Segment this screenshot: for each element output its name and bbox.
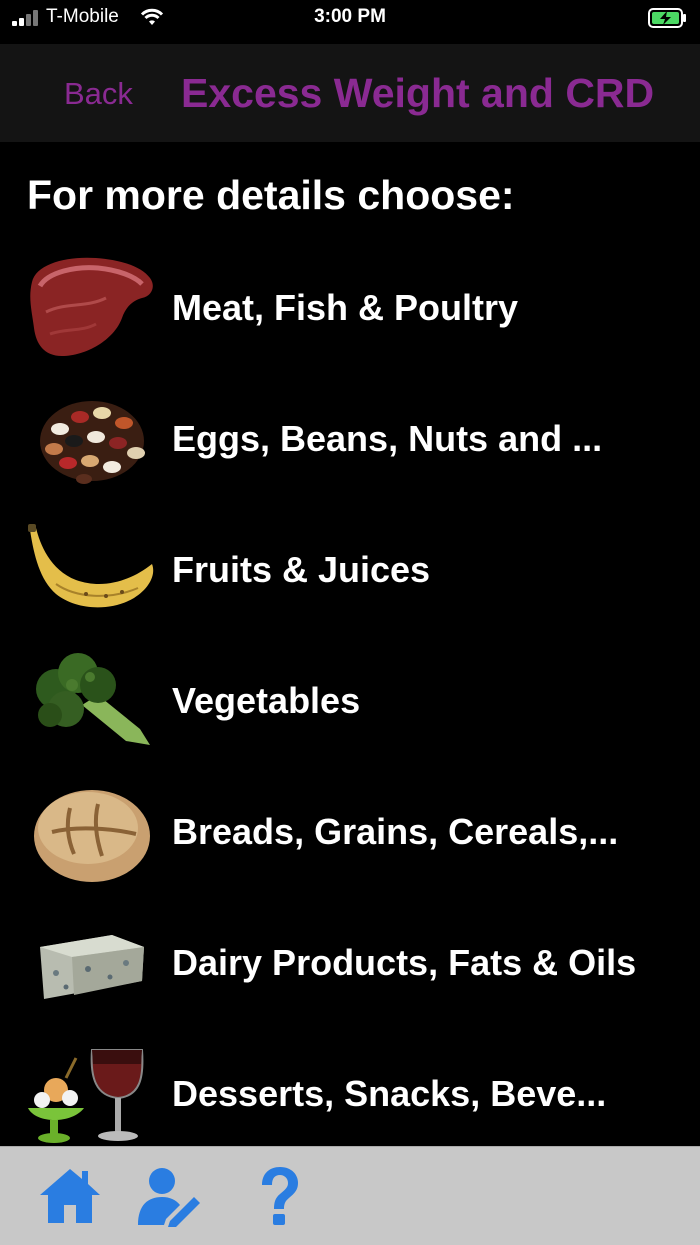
category-list: Meat, Fish & Poultry Eggs, Beans, Nuts a… (0, 242, 700, 1159)
category-breads-grains-cereals[interactable]: Breads, Grains, Cereals,... (0, 766, 700, 897)
category-label: Dairy Products, Fats & Oils (172, 942, 637, 983)
category-desserts-snacks-beverages[interactable]: Desserts, Snacks, Beve... (0, 1028, 700, 1159)
cheese-icon (40, 935, 144, 999)
section-heading: For more details choose: (27, 172, 515, 218)
home-icon[interactable] (38, 1163, 102, 1227)
banana-icon (28, 524, 154, 608)
category-label: Fruits & Juices (172, 549, 431, 590)
tab-bar (0, 1146, 700, 1245)
bread-icon (34, 790, 150, 882)
category-label: Vegetables (172, 680, 361, 721)
category-meat-fish-poultry[interactable]: Meat, Fish & Poultry (0, 242, 700, 373)
category-label: Breads, Grains, Cereals,... (172, 811, 619, 852)
category-label: Desserts, Snacks, Beve... (172, 1073, 607, 1114)
category-label: Meat, Fish & Poultry (172, 287, 519, 328)
profile-edit-icon[interactable] (136, 1163, 200, 1227)
broccoli-icon (36, 653, 150, 745)
help-icon[interactable] (246, 1163, 310, 1227)
steak-icon (30, 257, 153, 356)
category-eggs-beans-nuts[interactable]: Eggs, Beans, Nuts and ... (0, 373, 700, 504)
status-bar: T-Mobile 3:00 PM (0, 0, 700, 44)
back-button[interactable]: Back (64, 76, 133, 112)
category-dairy-fats-oils[interactable]: Dairy Products, Fats & Oils (0, 897, 700, 1028)
category-label: Eggs, Beans, Nuts and ... (172, 418, 603, 459)
beans-icon (40, 401, 145, 484)
category-fruits-juices[interactable]: Fruits & Juices (0, 504, 700, 635)
page-title: Excess Weight and CRD (181, 70, 655, 116)
battery-charging-icon (648, 8, 686, 28)
navigation-bar: Back Excess Weight and CRD (0, 44, 700, 142)
clock: 3:00 PM (314, 6, 386, 27)
category-vegetables[interactable]: Vegetables (0, 635, 700, 766)
dessert-wine-icon (28, 1049, 144, 1143)
